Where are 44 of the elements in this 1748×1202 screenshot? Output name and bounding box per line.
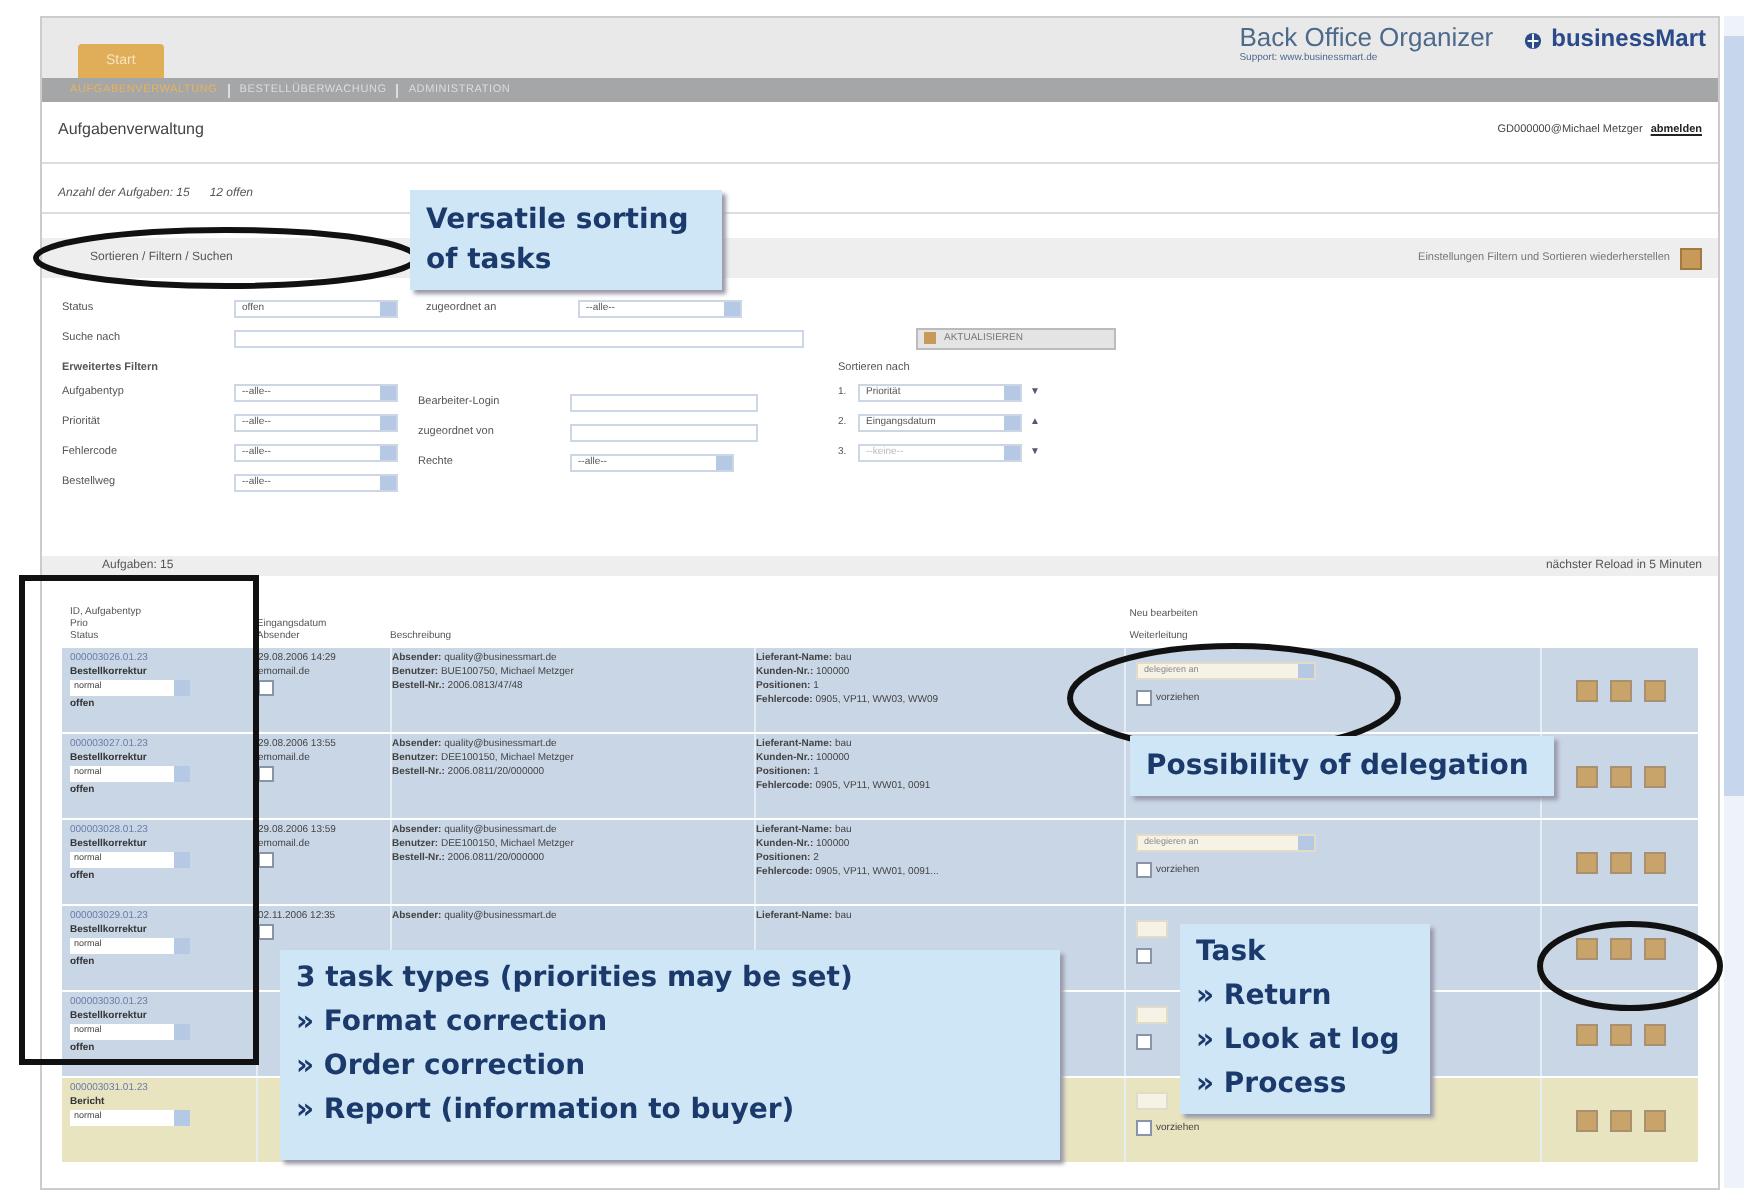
callout-text: » Process [1196, 1066, 1347, 1104]
callout-text: Versatile sorting [426, 202, 689, 240]
checkbox[interactable] [1136, 948, 1152, 964]
brand-logo-text: businessMart [1551, 22, 1706, 52]
callout-text: Task [1196, 934, 1266, 972]
delegate-dropdown[interactable] [1136, 920, 1168, 938]
process-icon[interactable] [1643, 937, 1665, 959]
log-icon[interactable] [1609, 679, 1631, 701]
checkbox[interactable] [1136, 862, 1152, 878]
return-icon[interactable] [1575, 1109, 1597, 1131]
log-icon[interactable] [1609, 1109, 1631, 1131]
callout-text: of tasks [426, 242, 552, 280]
page-title: Aufgabenverwaltung [58, 120, 204, 138]
process-icon[interactable] [1643, 765, 1665, 787]
process-icon[interactable] [1643, 1023, 1665, 1045]
return-icon[interactable] [1575, 937, 1597, 959]
scrollbar[interactable] [1724, 16, 1744, 1188]
text-field[interactable] [570, 393, 758, 411]
delegate-dropdown[interactable] [1136, 1006, 1168, 1024]
callout-text: » Look at log [1196, 1022, 1400, 1060]
process-icon[interactable] [1643, 851, 1665, 873]
log-icon[interactable] [1609, 1023, 1631, 1045]
callout-text: » Report (information to buyer) [296, 1092, 795, 1130]
process-icon[interactable] [1643, 679, 1665, 701]
search-field[interactable] [234, 329, 804, 347]
callout-text: » Format correction [296, 1004, 608, 1042]
callout-text: » Order correction [296, 1048, 586, 1086]
reset-icon[interactable] [1680, 247, 1702, 269]
return-icon[interactable] [1575, 1023, 1597, 1045]
app-title: Back Office Organizer [1239, 22, 1494, 52]
return-icon[interactable] [1575, 765, 1597, 787]
log-icon[interactable] [1609, 765, 1631, 787]
return-icon[interactable] [1575, 851, 1597, 873]
checkbox[interactable] [1136, 690, 1152, 706]
process-icon[interactable] [1643, 1109, 1665, 1131]
delegate-dropdown[interactable] [1136, 1092, 1168, 1110]
return-icon[interactable] [1575, 679, 1597, 701]
log-icon[interactable] [1609, 851, 1631, 873]
text-field[interactable] [570, 423, 758, 441]
checkbox[interactable] [1136, 1034, 1152, 1050]
log-icon[interactable] [1609, 937, 1631, 959]
checkbox[interactable] [1136, 1120, 1152, 1136]
task-row[interactable] [62, 648, 1698, 732]
callout-text: Possibility of delegation [1146, 748, 1529, 786]
